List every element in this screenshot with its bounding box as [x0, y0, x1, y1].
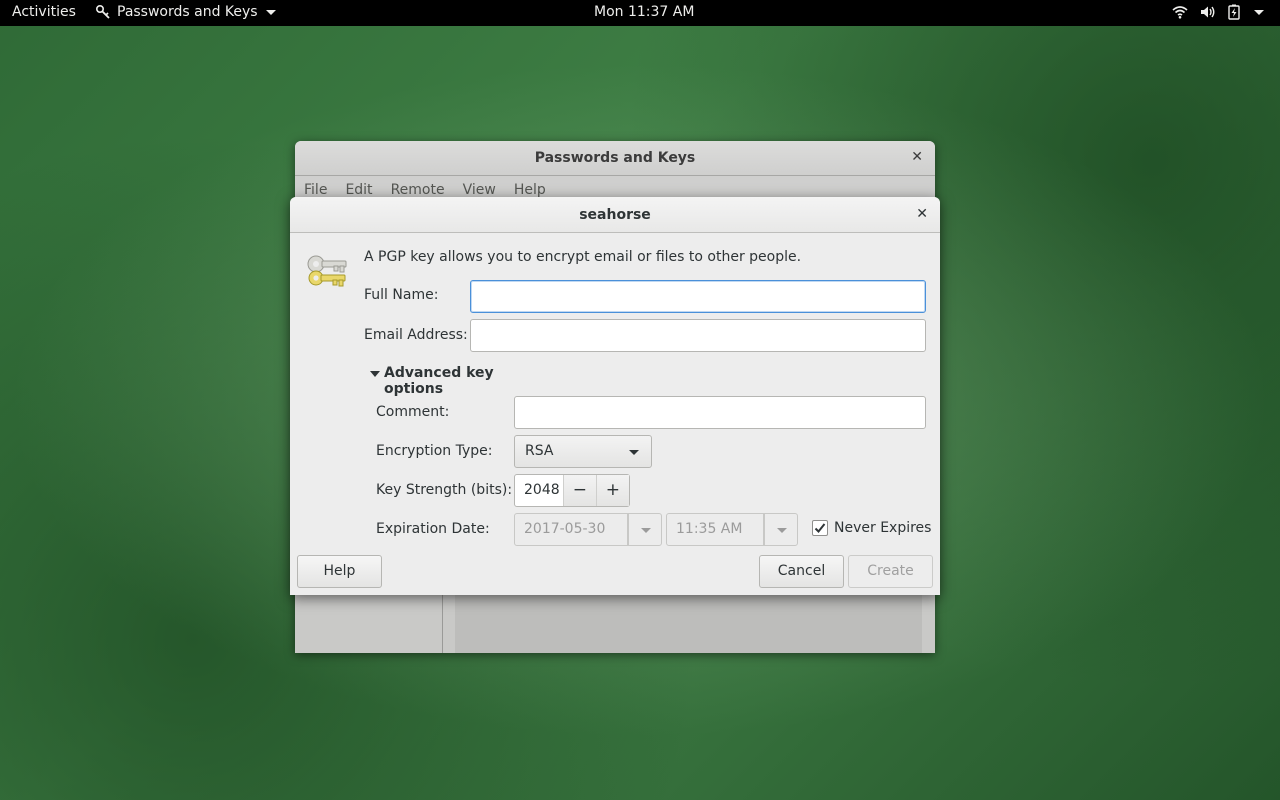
intro-text: A PGP key allows you to encrypt email or… — [364, 249, 802, 265]
activities-button[interactable]: Activities — [12, 4, 76, 20]
encryption-type-select[interactable]: RSA — [514, 435, 652, 468]
main-window-title: Passwords and Keys — [534, 150, 696, 166]
app-menu[interactable]: Passwords and Keys — [95, 4, 276, 20]
chevron-down-icon — [265, 9, 276, 15]
battery-icon — [1228, 4, 1240, 20]
main-window-content — [455, 595, 922, 653]
never-expires-label[interactable]: Never Expires — [834, 520, 931, 536]
advanced-key-options-expander[interactable]: Advanced key options — [368, 365, 538, 397]
menu-help[interactable]: Help — [514, 182, 546, 198]
expiration-date-label: Expiration Date: — [376, 521, 490, 537]
encryption-type-label: Encryption Type: — [376, 443, 493, 459]
key-strength-value[interactable]: 2048 — [515, 475, 565, 506]
advanced-key-options-label: Advanced key options — [384, 365, 494, 397]
wifi-icon — [1172, 6, 1188, 19]
dialog-close-icon[interactable]: ✕ — [916, 206, 928, 222]
never-expires-checkbox[interactable] — [812, 520, 828, 536]
top-bar: Activities Passwords and Keys Mon 11:37 … — [0, 0, 1280, 26]
menu-view[interactable]: View — [463, 182, 496, 198]
main-window-body — [295, 595, 935, 653]
system-status-area[interactable] — [1172, 4, 1264, 20]
checkmark-icon — [814, 523, 826, 533]
comment-input[interactable] — [514, 396, 926, 429]
new-pgp-key-dialog: seahorse ✕ A PGP key allows you to encry… — [290, 197, 940, 595]
menu-edit[interactable]: Edit — [345, 182, 372, 198]
volume-icon — [1201, 6, 1215, 18]
key-strength-spinner: 2048 − + — [514, 474, 630, 507]
email-address-label: Email Address: — [364, 327, 468, 343]
expiration-date-input[interactable]: 2017-05-30 — [514, 513, 628, 546]
dialog-title: seahorse — [579, 207, 651, 223]
expiration-date-value: 2017-05-30 — [524, 521, 606, 537]
clock[interactable]: Mon 11:37 AM — [594, 4, 694, 20]
pgp-keys-icon — [307, 255, 347, 287]
chevron-down-icon — [777, 528, 787, 533]
key-strength-increase-button[interactable]: + — [596, 475, 629, 506]
chevron-down-icon — [629, 450, 639, 455]
key-strength-label: Key Strength (bits): — [376, 482, 513, 498]
expiration-time-value: 11:35 AM — [676, 521, 743, 537]
main-window-sidebar — [295, 595, 443, 653]
expander-arrow-icon — [370, 371, 380, 377]
full-name-label: Full Name: — [364, 287, 439, 303]
expiration-date-dropdown-button[interactable] — [628, 513, 662, 546]
keys-icon — [95, 4, 110, 19]
expiration-time-input[interactable]: 11:35 AM — [666, 513, 764, 546]
menu-remote[interactable]: Remote — [391, 182, 445, 198]
encryption-type-value: RSA — [525, 443, 554, 459]
cancel-button[interactable]: Cancel — [759, 555, 844, 588]
full-name-input[interactable] — [470, 280, 926, 313]
dialog-titlebar: seahorse ✕ — [290, 197, 940, 233]
main-window-titlebar: Passwords and Keys ✕ — [295, 141, 935, 176]
menu-file[interactable]: File — [304, 182, 327, 198]
chevron-down-icon — [641, 528, 651, 533]
main-window-close-icon[interactable]: ✕ — [911, 149, 923, 165]
comment-label: Comment: — [376, 404, 450, 420]
help-button[interactable]: Help — [297, 555, 382, 588]
expiration-time-dropdown-button[interactable] — [764, 513, 798, 546]
menu-caret-icon — [1254, 9, 1264, 15]
key-strength-decrease-button[interactable]: − — [564, 475, 597, 506]
create-button[interactable]: Create — [848, 555, 933, 588]
app-menu-label: Passwords and Keys — [117, 4, 258, 20]
email-address-input[interactable] — [470, 319, 926, 352]
